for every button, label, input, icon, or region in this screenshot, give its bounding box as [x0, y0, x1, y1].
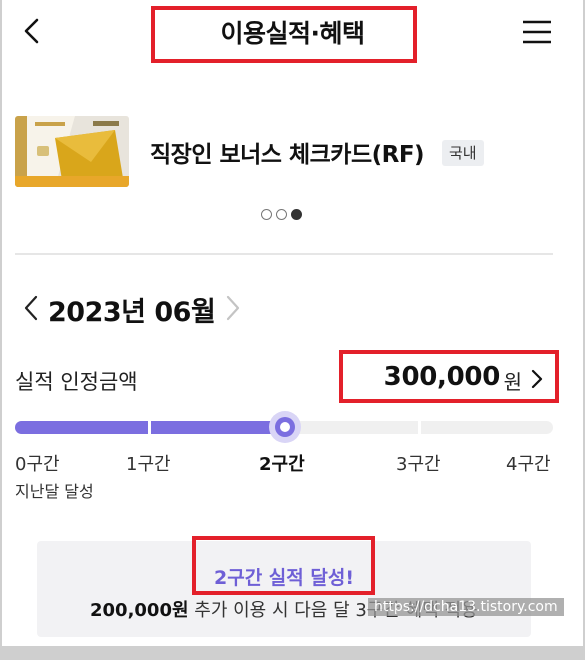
chevron-left-icon — [24, 295, 38, 321]
tier-label: 3구간 — [396, 454, 441, 475]
prev-month-button[interactable] — [22, 294, 40, 322]
carousel-dots — [261, 209, 302, 220]
tier-sub-label: 지난달 달성 — [15, 482, 94, 501]
card-image[interactable] — [15, 116, 129, 187]
info-title-highlight-box — [192, 536, 375, 595]
card-region-badge: 국내 — [442, 140, 484, 166]
menu-button[interactable] — [520, 18, 554, 46]
info-amount: 200,000원 — [90, 600, 189, 621]
carousel-dot[interactable] — [261, 209, 272, 220]
month-label: 2023년 06월 — [48, 297, 216, 328]
watermark: https://dcha13.tistory.com — [368, 598, 564, 616]
title-highlight-box — [151, 6, 417, 63]
card-name: 직장인 보너스 체크카드(RF) — [150, 142, 425, 168]
hamburger-menu-icon — [523, 20, 551, 44]
tier-label: 0구간 — [15, 454, 60, 475]
chevron-right-icon — [226, 295, 240, 321]
amount-highlight-box — [339, 350, 559, 403]
tier-divider — [148, 421, 151, 434]
tier-label: 1구간 — [126, 454, 171, 475]
tier-label-current: 2구간 — [259, 454, 305, 475]
tier-progress-knob[interactable] — [269, 411, 301, 443]
carousel-dot[interactable] — [276, 209, 287, 220]
tier-divider — [418, 421, 421, 434]
section-divider — [15, 253, 553, 255]
next-month-button[interactable] — [224, 294, 242, 322]
card-artwork — [15, 116, 129, 187]
carousel-dot-active[interactable] — [291, 209, 302, 220]
performance-label: 실적 인정금액 — [15, 370, 138, 394]
tier-label: 4구간 — [506, 454, 551, 475]
